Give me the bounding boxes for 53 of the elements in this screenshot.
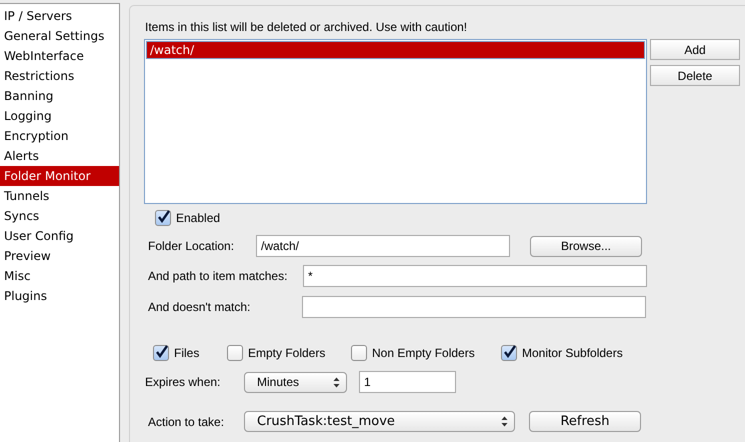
unit-dropdown[interactable]: Minutes	[244, 372, 347, 392]
sidebar-item[interactable]: Preview	[0, 246, 119, 266]
checkbox[interactable]: Files	[153, 345, 227, 361]
checkbox-label: Empty Folders	[248, 346, 326, 360]
checkmark-icon	[156, 210, 170, 222]
sidebar-item[interactable]: User Config	[0, 226, 119, 246]
checkbox-box[interactable]	[153, 345, 169, 361]
checkbox[interactable]: Empty Folders	[227, 345, 351, 361]
sidebar-item[interactable]: IP / Servers	[0, 6, 119, 26]
sidebar-item[interactable]: Alerts	[0, 146, 119, 166]
sidebar-item[interactable]: Tunnels	[0, 186, 119, 206]
sidebar-item[interactable]: Folder Monitor	[0, 166, 119, 186]
sidebar-item[interactable]: Plugins	[0, 286, 119, 306]
sidebar-item[interactable]: Encryption	[0, 126, 119, 146]
sidebar-item[interactable]: Syncs	[0, 206, 119, 226]
exclude-match-field[interactable]	[302, 296, 646, 318]
checkmark-icon	[154, 344, 168, 358]
folder-location-field[interactable]: /watch/	[256, 235, 510, 257]
field-label: Folder Location:	[148, 239, 236, 253]
checkbox-box[interactable]	[155, 210, 171, 226]
field-label: And doesn't match:	[148, 300, 252, 314]
browse-button[interactable]: Browse...	[530, 236, 642, 256]
list-item[interactable]: /watch/	[146, 41, 645, 59]
expires-field[interactable]: 1	[359, 371, 456, 393]
updown-arrows-icon	[501, 416, 508, 427]
action-dropdown[interactable]: CrushTask:test_move	[244, 411, 515, 432]
warning-text: Items in this list will be deleted or archived. Use with caution!	[144, 20, 468, 34]
checkmark-icon	[502, 344, 516, 358]
folder-list[interactable]: /watch/	[144, 39, 647, 204]
checkbox[interactable]: Non Empty Folders	[351, 345, 501, 361]
sidebar-item[interactable]: Misc	[0, 266, 119, 286]
checkbox-label: Enabled	[176, 211, 220, 225]
field-label: Expires when:	[145, 375, 222, 389]
field-label: And path to item matches:	[148, 269, 288, 283]
checkbox-label: Non Empty Folders	[372, 346, 475, 360]
sidebar-item[interactable]: Banning	[0, 86, 119, 106]
field-label: Action to take:	[148, 414, 226, 428]
checkbox-box[interactable]	[227, 345, 243, 361]
checkbox-label: Monitor Subfolders	[522, 346, 623, 360]
checkbox[interactable]: Enabled	[155, 210, 255, 226]
sidebar-item[interactable]: WebInterface	[0, 46, 119, 66]
checkbox[interactable]: Monitor Subfolders	[501, 345, 651, 361]
sidebar-item[interactable]: Restrictions	[0, 66, 119, 86]
checkbox-box[interactable]	[351, 345, 367, 361]
checkbox-label: Files	[174, 346, 200, 360]
sidebar-item[interactable]: Logging	[0, 106, 119, 126]
checkbox-box[interactable]	[501, 345, 517, 361]
updown-arrows-icon	[333, 376, 340, 388]
delete-button[interactable]: Delete	[650, 65, 740, 86]
add-button[interactable]: Add	[650, 39, 740, 60]
refresh-button[interactable]: Refresh	[529, 411, 641, 432]
path-match-field[interactable]: *	[303, 265, 647, 287]
sidebar-item[interactable]: General Settings	[0, 26, 119, 46]
